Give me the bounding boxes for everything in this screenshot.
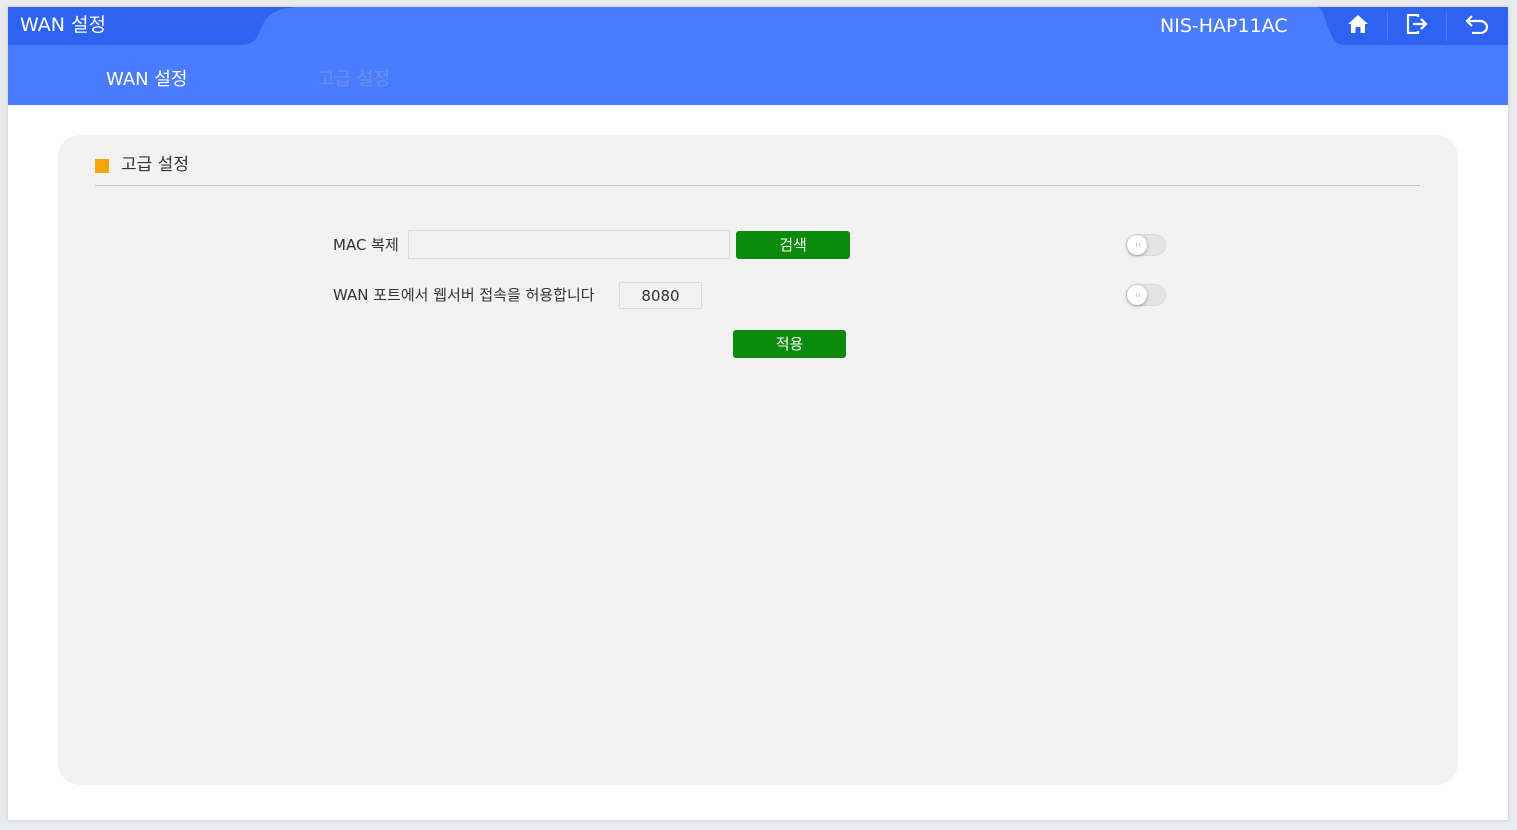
toggle-knob [1127,285,1147,305]
back-icon [1463,14,1489,38]
section-marker-icon [95,159,109,173]
mac-search-button[interactable]: 검색 [736,231,850,259]
app-title: WAN 설정 [20,14,106,36]
router-admin-window: WAN 설정 NIS-HAP11AC WAN 설정 고급 설정 고급 설정 MA… [8,7,1508,820]
apply-button[interactable]: 적용 [733,330,846,358]
home-icon [1347,14,1369,38]
settings-panel: 고급 설정 MAC 복제 검색 WAN 포트에서 웹서버 접속을 허용합니다 적… [58,135,1458,785]
web-access-label: WAN 포트에서 웹서버 접속을 허용합니다 [333,286,595,304]
logout-button[interactable] [1388,7,1446,45]
home-button[interactable] [1329,7,1387,45]
mac-clone-toggle[interactable] [1126,234,1166,256]
mac-clone-input[interactable] [408,230,730,259]
web-access-toggle[interactable] [1126,284,1166,306]
tab-wan-settings[interactable]: WAN 설정 [106,69,187,91]
logout-icon [1406,13,1428,38]
device-name: NIS-HAP11AC [1160,15,1288,37]
web-port-input[interactable] [619,282,702,309]
section-title: 고급 설정 [121,155,189,175]
header-bar: WAN 설정 NIS-HAP11AC WAN 설정 고급 설정 [8,7,1508,105]
section-divider [95,185,1420,186]
toggle-knob [1127,235,1147,255]
tab-advanced-settings[interactable]: 고급 설정 [318,69,390,91]
mac-clone-label: MAC 복제 [333,236,399,254]
back-button[interactable] [1447,7,1505,45]
